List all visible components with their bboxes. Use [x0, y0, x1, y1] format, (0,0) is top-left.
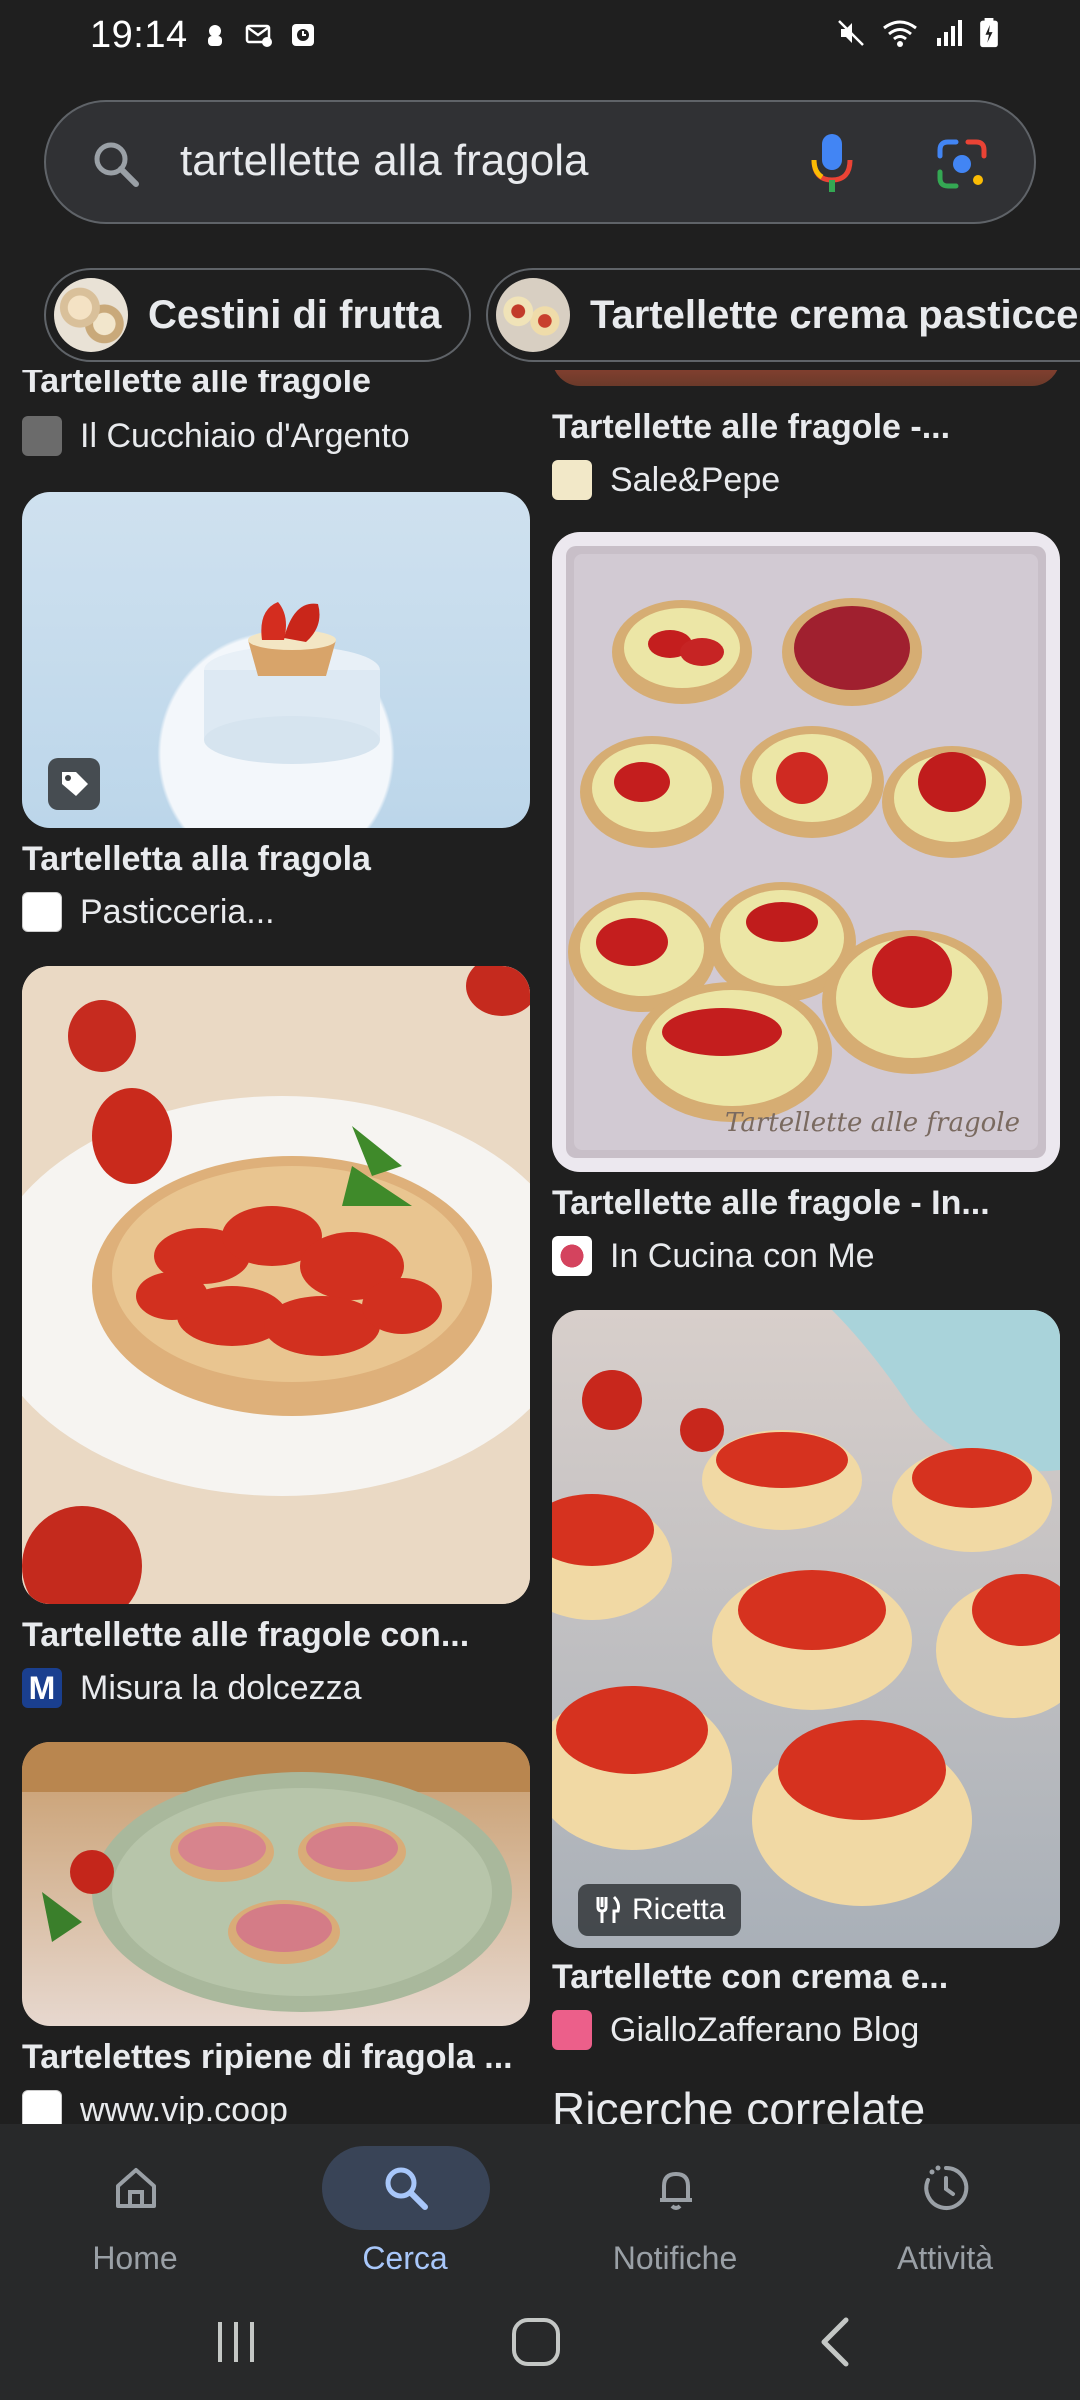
- result-source-label: Misura la dolcezza: [80, 1668, 362, 1707]
- result-source[interactable]: www.vip.coop: [22, 2090, 288, 2124]
- activity-icon: [924, 2165, 969, 2210]
- recipe-badge-label: Ricetta: [632, 1893, 726, 1926]
- result-source[interactable]: Sale&Pepe: [552, 460, 780, 500]
- result-title[interactable]: Tartellette alle fragole - In...: [552, 1184, 990, 1223]
- result-source-label: www.vip.coop: [80, 2090, 288, 2125]
- result-source-label: GialloZafferano Blog: [610, 2010, 920, 2049]
- favicon: M: [22, 1668, 62, 1708]
- result-source[interactable]: Pasticceria...: [22, 892, 275, 932]
- nav-home[interactable]: Home: [0, 2136, 270, 2276]
- result-source-label: Sale&Pepe: [610, 460, 781, 499]
- home-button-icon[interactable]: [506, 2312, 566, 2372]
- status-right-icons: [836, 18, 1000, 48]
- status-time: 19:14: [90, 14, 188, 56]
- mute-icon: [838, 20, 864, 46]
- nav-search[interactable]: Cerca: [270, 2136, 540, 2276]
- result-source[interactable]: Il Cucchiaio d'Argento: [22, 416, 410, 456]
- chip-tartellette-crema-pasticcera[interactable]: Tartellette crema pasticcera: [486, 268, 1080, 362]
- notification-icon: [208, 25, 222, 46]
- nav-notifications[interactable]: Notifiche: [540, 2136, 810, 2276]
- status-left-icons: [200, 20, 318, 50]
- signal-icon: [937, 20, 962, 46]
- chip-label: Cestini di frutta: [148, 292, 442, 337]
- cutlery-icon: [596, 1895, 620, 1923]
- favicon: [22, 892, 62, 932]
- chip-thumbnail: [496, 278, 570, 352]
- wifi-icon: [883, 20, 917, 47]
- result-image[interactable]: [22, 1742, 530, 2026]
- home-icon: [116, 2168, 156, 2208]
- app-notification-icon: [292, 24, 314, 46]
- nav-label: Notifiche: [612, 2240, 738, 2276]
- system-nav-bar: [0, 2280, 1080, 2400]
- favicon: [22, 416, 62, 456]
- tart-illustration: [566, 546, 1046, 1158]
- result-title[interactable]: Tartelletta alla fragola: [22, 840, 371, 879]
- nav-activity[interactable]: Attività: [810, 2136, 1080, 2276]
- status-bar: 19:14: [0, 0, 1080, 80]
- search-bar[interactable]: tartellette alla fragola: [44, 100, 1036, 224]
- favicon: [552, 460, 592, 500]
- related-searches-title: Ricerche correlate: [552, 2083, 926, 2124]
- mic-icon[interactable]: [808, 132, 856, 196]
- result-title[interactable]: Tartellette con crema e...: [552, 1958, 948, 1997]
- search-icon: [385, 2167, 428, 2210]
- suggestion-chips: Cestini di frutta Tartellette crema past…: [44, 268, 1080, 364]
- chip-thumbnail: [54, 278, 128, 352]
- result-image[interactable]: [552, 370, 1060, 386]
- result-source-label: Il Cucchiaio d'Argento: [80, 416, 410, 455]
- result-title[interactable]: Tartellette alle fragole -...: [552, 408, 950, 447]
- result-source-label: Pasticceria...: [80, 892, 275, 931]
- search-icon: [94, 142, 139, 187]
- result-image[interactable]: [22, 966, 530, 1604]
- image-watermark: Tartellette alle fragole: [725, 1108, 1020, 1138]
- nav-label: Home: [92, 2240, 178, 2276]
- result-image[interactable]: Ricetta: [552, 1310, 1060, 1948]
- nav-label: Cerca: [362, 2240, 448, 2276]
- result-title[interactable]: Tartelettes ripiene di fragola ...: [22, 2038, 513, 2077]
- bottom-nav: Home Cerca Notifiche Attività: [0, 2124, 1080, 2280]
- tag-icon: [48, 758, 100, 810]
- favicon: [552, 1236, 592, 1276]
- tart-illustration: [22, 966, 530, 1604]
- result-image[interactable]: [22, 492, 530, 828]
- result-source[interactable]: GialloZafferano Blog: [552, 2010, 919, 2050]
- favicon: [552, 2010, 592, 2050]
- battery-icon: [980, 18, 998, 48]
- recent-apps-icon[interactable]: [206, 2312, 266, 2372]
- chip-cestini-di-frutta[interactable]: Cestini di frutta: [44, 268, 472, 362]
- lens-icon[interactable]: [936, 138, 988, 190]
- result-title[interactable]: Tartellette alle fragole: [22, 370, 371, 401]
- mail-settings-icon: [245, 24, 272, 47]
- result-source-label: In Cucina con Me: [610, 1236, 875, 1275]
- nav-label: Attività: [896, 2240, 994, 2276]
- favicon: [22, 2090, 62, 2124]
- bell-icon: [660, 2172, 692, 2210]
- chip-label: Tartellette crema pasticcera: [590, 292, 1080, 337]
- result-title[interactable]: Tartellette alle fragole con...: [22, 1616, 469, 1655]
- tart-illustration: [22, 1742, 530, 2012]
- back-icon[interactable]: [808, 2312, 868, 2372]
- result-source[interactable]: In Cucina con Me: [552, 1236, 875, 1276]
- result-image[interactable]: Tartellette alle fragole: [552, 532, 1060, 1172]
- result-source[interactable]: M Misura la dolcezza: [22, 1668, 362, 1708]
- search-input[interactable]: tartellette alla fragola: [180, 136, 588, 186]
- results-feed: Tartellette alle fragole Il Cucchiaio d'…: [0, 370, 1080, 2124]
- tart-illustration: [552, 1310, 1060, 1906]
- recipe-badge: Ricetta: [578, 1884, 742, 1936]
